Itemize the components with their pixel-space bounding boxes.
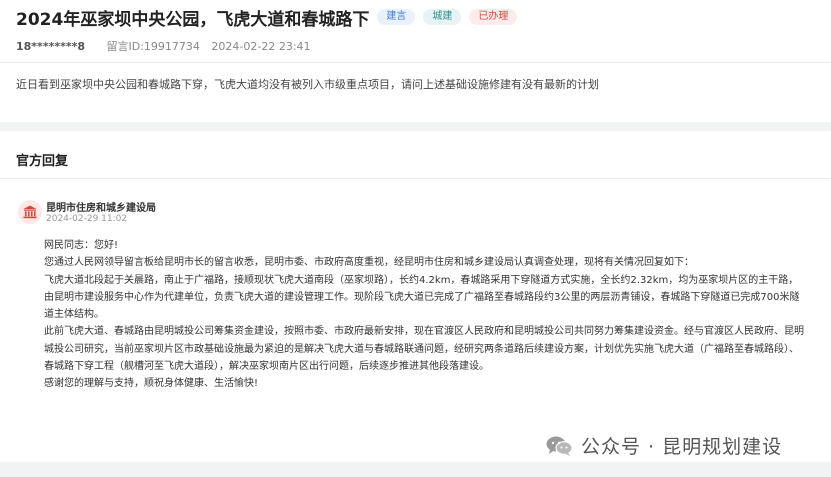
post-card: 2024年巫家坝中央公园，飞虎大道和春城路下 建言 城建 已办理 18*****… [0,0,831,122]
watermark-text: 公众号 · 昆明规划建设 [581,436,783,458]
post-content: 近日看到巫家坝中央公园和春城路下穿，飞虎大道均没有被列入市级重点项目，请问上述基… [16,78,599,91]
message-id: 留言ID:19917734 [106,40,200,53]
title-row: 2024年巫家坝中央公园，飞虎大道和春城路下 建言 城建 已办理 [16,4,518,30]
divider [0,178,831,179]
tag-suggestion[interactable]: 建言 [377,9,416,25]
reply-time: 2024-02-29 11:02 [46,214,128,224]
reply-card: 官方回复 昆明市住房和城乡建设局 2024-02-29 11:02 网民同志：您… [0,131,831,462]
reply-body: 网民同志：您好! 您通过人民网领导留言板给昆明市长的留言收悉，昆明市委、市政府高… [44,237,824,393]
reply-line: 城投公司研究，当前巫家坝片区市政基础设施最为紧迫的是解决飞虎大道与春城路联通问题… [44,343,799,355]
government-building-icon [23,205,37,219]
reply-section-title: 官方回复 [16,154,69,169]
department-avatar [18,200,42,224]
divider [0,62,831,63]
post-user: 18********8 [16,40,85,53]
post-time: 2024-02-22 23:41 [211,40,311,53]
reply-department: 昆明市住房和城乡建设局 [46,203,156,214]
tag-urban-construction[interactable]: 城建 [423,9,462,25]
reply-line: 网民同志：您好! [44,240,119,251]
wechat-icon [546,436,573,456]
reply-line: 道主体结构。 [44,309,104,321]
post-title: 2024年巫家坝中央公园，飞虎大道和春城路下 [16,9,370,30]
watermark: 公众号 · 昆明规划建设 [545,432,782,459]
reply-line: 春城路下穿工程（舰槽河至飞虎大道段），解决巫家坝南片区出行问题，后续逐步推进其他… [44,361,489,373]
post-meta: 18********8 留言ID:19917734 2024-02-22 23:… [16,38,311,54]
reply-line: 感谢您的理解与支持，顺祝身体健康、生活愉快! [44,378,259,390]
reply-line: 由昆明市建设服务中心作为代建单位，负责飞虎大道的建设管理工作。现阶段飞虎大道已完… [44,291,800,303]
reply-line: 飞虎大道北段起于关晨路，南止于广福路，接顺现状飞虎大道南段（巫家坝路），长约4.… [44,274,799,286]
tag-status-handled: 已办理 [469,9,518,25]
reply-line: 您通过人民网领导留言板给昆明市长的留言收悉，昆明市委、市政府高度重视，经昆明市住… [44,257,694,269]
reply-line: 此前飞虎大道、春城路由昆明城投公司筹集资金建设，按照市委、市政府最新安排，现在官… [44,326,804,338]
